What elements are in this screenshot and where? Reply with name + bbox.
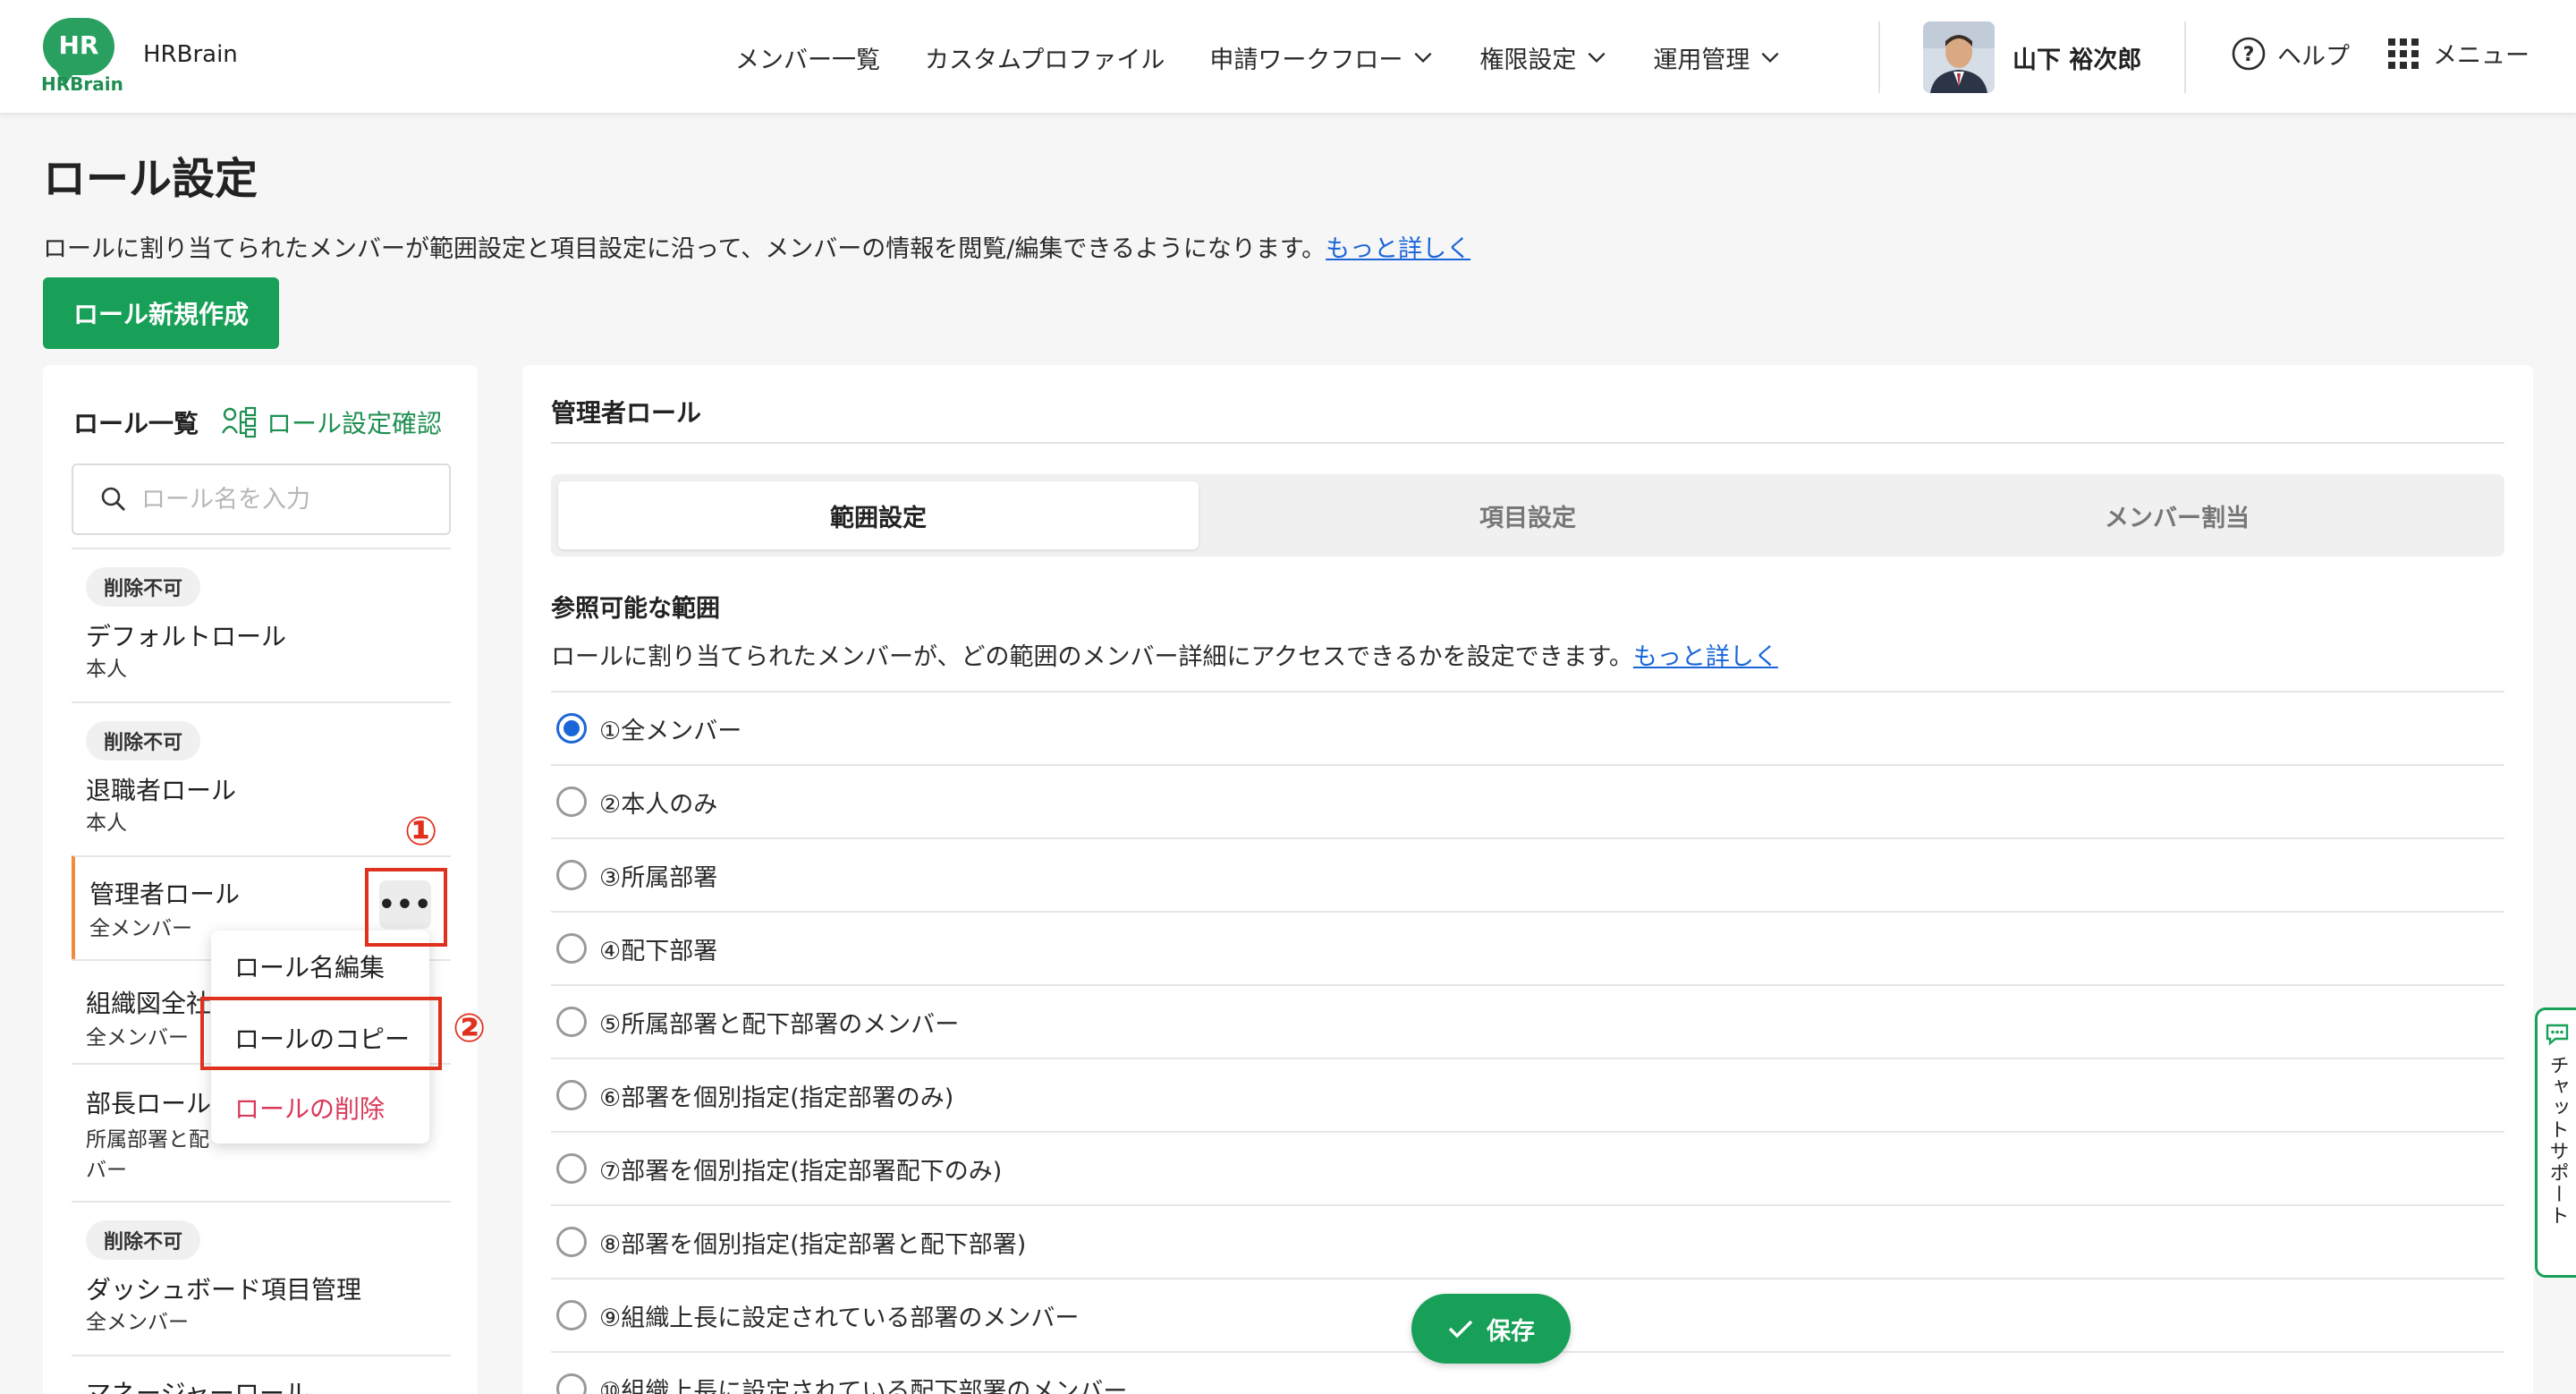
role-scope: 本人	[86, 658, 127, 681]
radio[interactable]	[556, 860, 587, 890]
radio[interactable]	[556, 1300, 587, 1330]
tab-scope-settings[interactable]: 範囲設定	[558, 481, 1199, 549]
undeletable-badge: 削除不可	[86, 1220, 201, 1260]
role-name: 管理者ロール	[89, 880, 241, 909]
main-nav: メンバー一覧 カスタムプロファイル 申請ワークフロー 権限設定 運用管理	[735, 0, 1782, 115]
chevron-down-icon	[1414, 52, 1432, 64]
top-header: HR HRBrain HRBrain メンバー一覧 カスタムプロファイル 申請ワ…	[0, 0, 2576, 115]
save-button[interactable]: 保存	[1411, 1294, 1571, 1364]
logo-hr-text: HR	[58, 30, 99, 60]
role-item-manager[interactable]: マネージャーロール	[72, 1355, 451, 1394]
learn-more-link[interactable]: もっと詳しく	[1326, 235, 1470, 263]
annotation-step1: ①	[404, 809, 438, 854]
role-item-default[interactable]: 削除不可 デフォルトロール 本人	[72, 548, 451, 701]
section-title: 参照可能な範囲	[551, 595, 720, 623]
role-name: ダッシュボード項目管理	[86, 1275, 362, 1305]
help-button[interactable]: ? ヘルプ	[2231, 36, 2350, 72]
header-divider	[1878, 21, 1880, 93]
role-scope: 全メンバー	[86, 1311, 189, 1334]
role-name: 退職者ロール	[86, 776, 237, 805]
help-icon: ?	[2232, 37, 2266, 71]
radio[interactable]	[556, 1080, 587, 1110]
scope-option-8[interactable]: ⑧部署を個別指定(指定部署と配下部署)	[551, 1204, 2504, 1278]
role-item-retired[interactable]: 削除不可 退職者ロール 本人	[72, 701, 451, 855]
role-list-title: ロール一覧	[73, 409, 199, 438]
role-context-menu: ロール名編集 ロールのコピー ロールの削除	[211, 931, 429, 1143]
role-search-input[interactable]	[141, 485, 436, 514]
role-scope: 所属部署と配	[86, 1128, 209, 1152]
undeletable-badge: 削除不可	[86, 721, 201, 761]
create-role-button[interactable]: ロール新規作成	[43, 277, 279, 349]
grid-menu-icon	[2388, 38, 2419, 69]
nav-workflow[interactable]: 申請ワークフロー	[1209, 40, 1435, 75]
scope-option-6[interactable]: ⑥部署を個別指定(指定部署のみ)	[551, 1058, 2504, 1131]
section-learn-more-link[interactable]: もっと詳しく	[1633, 643, 1778, 671]
hrbrain-logo[interactable]: HR HRBrain	[41, 18, 123, 97]
radio[interactable]	[556, 1153, 587, 1184]
menu-item-copy-role[interactable]: ロールのコピー	[234, 1020, 410, 1056]
user-menu[interactable]: 山下 裕次郎	[1923, 21, 2141, 93]
role-scope: 全メンバー	[86, 1026, 189, 1050]
header-divider	[2184, 21, 2186, 93]
divider	[551, 442, 2504, 444]
chat-support-tab[interactable]: チャットサポート	[2535, 1007, 2576, 1278]
scope-option-4[interactable]: ④配下部署	[551, 911, 2504, 984]
role-scope-continued: バー	[86, 1159, 127, 1182]
svg-text:?: ?	[2243, 44, 2255, 66]
role-detail-title: 管理者ロール	[551, 398, 702, 428]
logo-sub-text: HRBrain	[41, 73, 123, 95]
scope-option-3[interactable]: ③所属部署	[551, 837, 2504, 911]
chat-support-label: チャットサポート	[2546, 1055, 2569, 1227]
role-item-dashboard[interactable]: 削除不可 ダッシュボード項目管理 全メンバー	[72, 1201, 451, 1355]
page-title: ロール設定	[43, 154, 258, 204]
detail-tabs: 範囲設定 項目設定 メンバー割当	[551, 474, 2504, 557]
chevron-down-icon	[1761, 52, 1779, 64]
nav-permission[interactable]: 権限設定	[1479, 40, 1608, 75]
role-name: マネージャーロール	[86, 1379, 310, 1394]
chat-icon	[2546, 1024, 2568, 1046]
chevron-down-icon	[1588, 52, 1606, 64]
role-tree-icon	[222, 406, 257, 438]
role-name: 部長ロール	[86, 1089, 212, 1118]
scope-option-7[interactable]: ⑦部署を個別指定(指定部署配下のみ)	[551, 1131, 2504, 1204]
search-icon	[101, 487, 125, 511]
nav-member-list[interactable]: メンバー一覧	[735, 40, 880, 75]
avatar	[1923, 21, 1995, 93]
undeletable-badge: 削除不可	[86, 567, 201, 607]
scope-option-1[interactable]: ①全メンバー	[551, 691, 2504, 764]
radio[interactable]	[556, 933, 587, 964]
radio[interactable]	[556, 1007, 587, 1037]
role-name: 組織図全社	[86, 989, 212, 1018]
role-scope: 本人	[86, 812, 127, 835]
tab-item-settings[interactable]: 項目設定	[1208, 481, 1848, 549]
help-label: ヘルプ	[2277, 42, 2350, 71]
nav-custom-profile[interactable]: カスタムプロファイル	[925, 40, 1165, 75]
scope-option-2[interactable]: ②本人のみ	[551, 764, 2504, 837]
radio-selected[interactable]	[556, 713, 587, 744]
brand-name: HRBrain	[143, 41, 238, 68]
radio[interactable]	[556, 786, 587, 817]
role-more-button[interactable]: •••	[378, 880, 431, 929]
annotation-step2: ②	[453, 1006, 487, 1051]
role-name: デフォルトロール	[86, 622, 287, 651]
role-detail-panel: 管理者ロール 範囲設定 項目設定 メンバー割当 参照可能な範囲 ロールに割り当て…	[522, 365, 2533, 1394]
menu-label: メニュー	[2433, 42, 2529, 70]
tab-member-assignment[interactable]: メンバー割当	[1857, 481, 2497, 549]
app-menu-button[interactable]: メニュー	[2388, 36, 2529, 71]
role-list-panel: ロール一覧 ロール設定確認 削除不可 デフォルトロール 本人	[43, 365, 478, 1394]
nav-operation[interactable]: 運用管理	[1653, 40, 1782, 75]
menu-item-delete-role[interactable]: ロールの削除	[234, 1090, 385, 1126]
menu-item-rename-role[interactable]: ロール名編集	[234, 948, 385, 984]
role-search-box[interactable]	[72, 463, 451, 535]
radio[interactable]	[556, 1227, 587, 1257]
scope-option-5[interactable]: ⑤所属部署と配下部署のメンバー	[551, 984, 2504, 1058]
check-icon	[1448, 1320, 1473, 1339]
section-description: ロールに割り当てられたメンバーが、どの範囲のメンバー詳細にアクセスできるかを設定…	[551, 643, 1778, 671]
page-description: ロールに割り当てられたメンバーが範囲設定と項目設定に沿って、メンバーの情報を閲覧…	[43, 235, 1471, 263]
radio[interactable]	[556, 1373, 587, 1394]
role-scope: 全メンバー	[89, 917, 192, 940]
role-check-link[interactable]: ロール設定確認	[222, 404, 442, 440]
user-name: 山下 裕次郎	[2012, 46, 2142, 74]
